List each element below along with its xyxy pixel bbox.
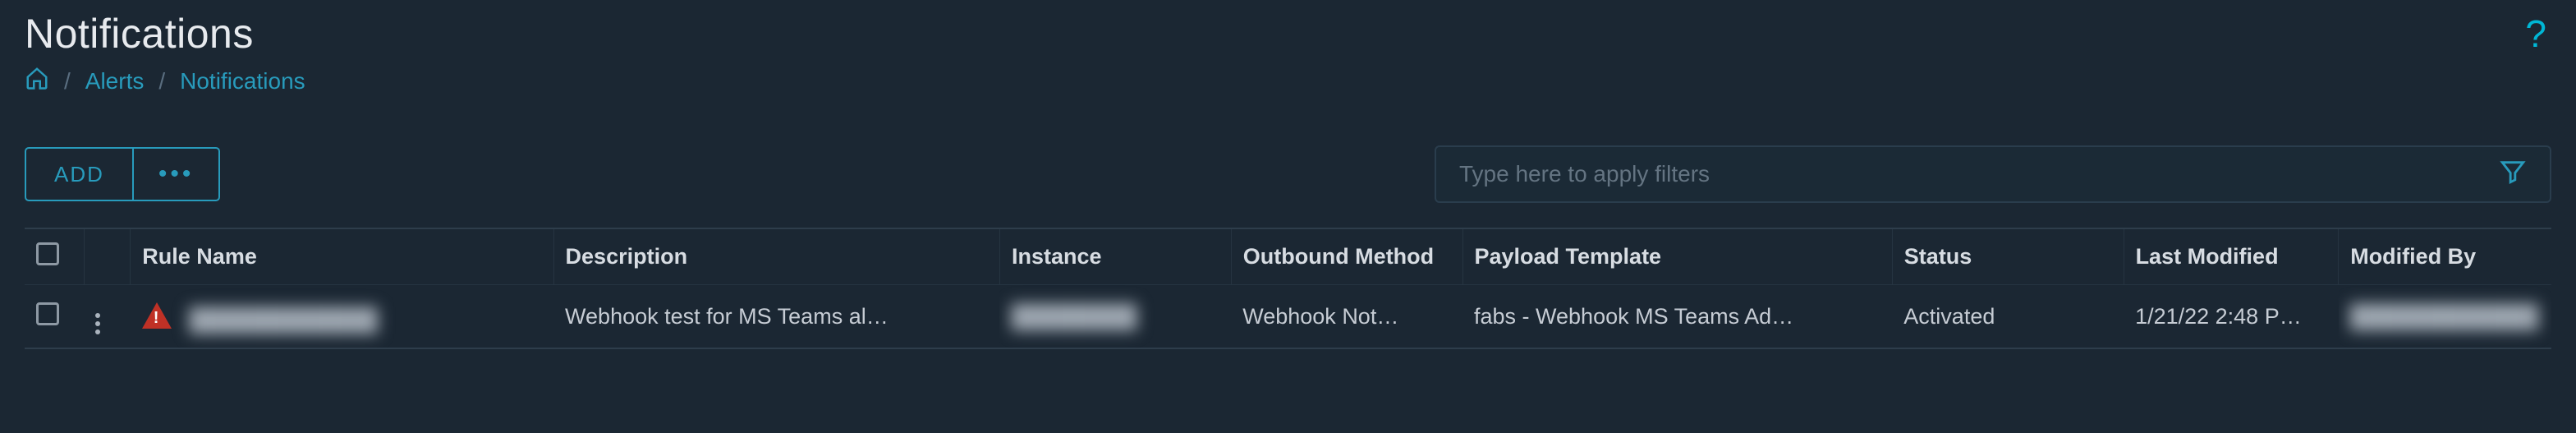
alert-icon bbox=[142, 302, 172, 329]
instance-value: ████████ bbox=[1011, 304, 1136, 329]
add-button[interactable]: ADD bbox=[26, 149, 132, 200]
description-value: Webhook test for MS Teams al… bbox=[553, 285, 999, 349]
filter-bar[interactable] bbox=[1435, 145, 2551, 203]
filter-icon[interactable] bbox=[2499, 158, 2527, 191]
payload-value: fabs - Webhook MS Teams Ad… bbox=[1462, 285, 1892, 349]
home-icon[interactable] bbox=[25, 66, 49, 96]
modified-by-value: ████████████ bbox=[2350, 304, 2539, 329]
notifications-table: Rule Name Description Instance Outbound … bbox=[25, 228, 2551, 349]
page-title: Notifications bbox=[25, 10, 254, 58]
breadcrumb-notifications[interactable]: Notifications bbox=[180, 68, 305, 94]
col-outbound[interactable]: Outbound Method bbox=[1231, 228, 1462, 285]
col-modified-by[interactable]: Modified By bbox=[2339, 228, 2551, 285]
col-rule-name[interactable]: Rule Name bbox=[131, 228, 553, 285]
outbound-value: Webhook Not… bbox=[1231, 285, 1462, 349]
col-instance[interactable]: Instance bbox=[999, 228, 1231, 285]
last-modified-value: 1/21/22 2:48 P… bbox=[2124, 285, 2339, 349]
select-all-checkbox[interactable] bbox=[36, 242, 59, 265]
more-actions-button[interactable]: ••• bbox=[134, 149, 219, 200]
breadcrumb: / Alerts / Notifications bbox=[25, 66, 2551, 96]
filter-input[interactable] bbox=[1459, 161, 2499, 187]
col-payload[interactable]: Payload Template bbox=[1462, 228, 1892, 285]
status-value: Activated bbox=[1892, 285, 2124, 349]
row-checkbox[interactable] bbox=[36, 302, 59, 325]
col-status[interactable]: Status bbox=[1892, 228, 2124, 285]
help-icon[interactable]: ? bbox=[2525, 12, 2551, 56]
breadcrumb-sep: / bbox=[158, 68, 165, 94]
breadcrumb-alerts[interactable]: Alerts bbox=[85, 68, 145, 94]
col-description[interactable]: Description bbox=[553, 228, 999, 285]
row-menu-icon[interactable] bbox=[95, 313, 100, 334]
action-button-group: ADD ••• bbox=[25, 147, 220, 201]
rule-name-value: ████████████ bbox=[189, 307, 378, 332]
table-row[interactable]: ████████████ Webhook test for MS Teams a… bbox=[25, 285, 2551, 349]
breadcrumb-sep: / bbox=[64, 68, 71, 94]
col-last-modified[interactable]: Last Modified bbox=[2124, 228, 2339, 285]
